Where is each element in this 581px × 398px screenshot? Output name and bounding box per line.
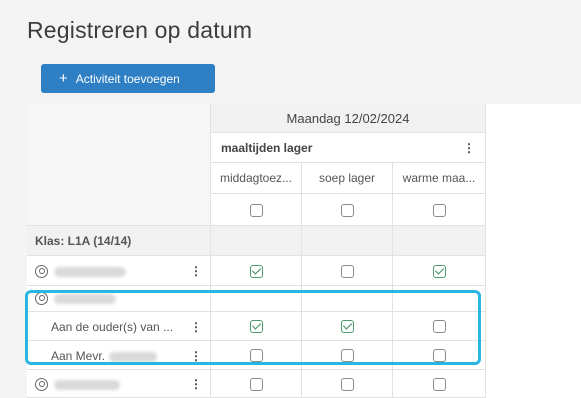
- add-activity-label: Activiteit toevoegen: [75, 71, 180, 86]
- row-menu-icon[interactable]: ⋮: [190, 256, 202, 286]
- row-header-corner: [27, 104, 211, 226]
- redacted-name: [54, 266, 126, 277]
- activity-group-label: maaltijden lager: [221, 141, 313, 155]
- class-row-cell: [393, 226, 486, 256]
- page-title: Registreren op datum: [27, 17, 253, 43]
- class-row-cell: [211, 226, 302, 256]
- checkbox[interactable]: [341, 265, 354, 278]
- select-all-cell-1: [302, 194, 393, 226]
- checkbox[interactable]: [250, 265, 263, 278]
- column-header-2: warme maa...: [393, 163, 486, 194]
- activity-group-header: maaltijden lager ⋮: [211, 133, 486, 163]
- class-row-label: Klas: L1A (14/14): [27, 226, 211, 256]
- select-all-checkbox-0[interactable]: [250, 204, 263, 217]
- select-all-checkbox-2[interactable]: [433, 204, 446, 217]
- checkbox[interactable]: [341, 378, 354, 391]
- table-row-label: ⋮: [27, 256, 211, 286]
- row-menu-icon[interactable]: ⋮: [190, 370, 202, 398]
- checkbox[interactable]: [433, 378, 446, 391]
- add-activity-button[interactable]: + Activiteit toevoegen: [41, 64, 215, 93]
- avatar-icon: [35, 265, 48, 279]
- checkbox[interactable]: [433, 265, 446, 278]
- date-header: Maandag 12/02/2024: [211, 104, 486, 133]
- column-header-0: middagtoez...: [211, 163, 302, 194]
- class-row-cell: [302, 226, 393, 256]
- select-all-checkbox-1[interactable]: [341, 204, 354, 217]
- plus-icon: +: [59, 70, 68, 87]
- checkbox[interactable]: [250, 378, 263, 391]
- table-cell: [302, 370, 393, 398]
- table-cell: [211, 370, 302, 398]
- group-menu-icon[interactable]: ⋮: [463, 133, 475, 163]
- table-cell: [302, 256, 393, 286]
- table-cell: [393, 256, 486, 286]
- table-cell: [393, 370, 486, 398]
- column-header-1: soep lager: [302, 163, 393, 194]
- avatar-icon: [35, 378, 48, 392]
- highlight-box: [25, 290, 481, 365]
- redacted-name: [54, 379, 120, 390]
- table-cell: [211, 256, 302, 286]
- select-all-cell-0: [211, 194, 302, 226]
- table-row-label: ⋮: [27, 370, 211, 398]
- select-all-cell-2: [393, 194, 486, 226]
